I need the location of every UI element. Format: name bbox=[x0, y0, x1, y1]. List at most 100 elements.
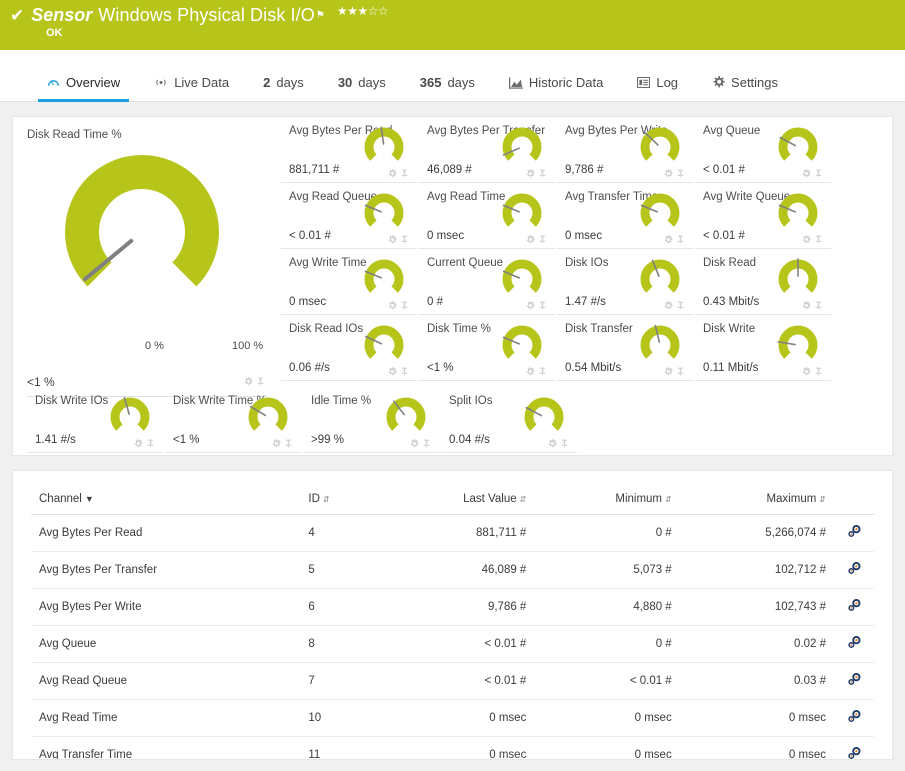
pin-icon[interactable] bbox=[400, 367, 409, 376]
main-gauge-tile[interactable]: Disk Read Time % 0 % 100 % <1 % bbox=[13, 117, 281, 397]
pin-icon[interactable] bbox=[422, 439, 431, 448]
channel-tile[interactable]: Disk Time % <1 % bbox=[419, 315, 555, 381]
cell-actions[interactable] bbox=[834, 625, 874, 663]
pin-icon[interactable] bbox=[538, 301, 547, 310]
cell-actions[interactable] bbox=[834, 662, 874, 700]
settings-gear-icon[interactable] bbox=[847, 746, 862, 760]
channel-tile[interactable]: Disk Write IOs 1.41 #/s bbox=[27, 387, 163, 453]
pin-icon[interactable] bbox=[400, 169, 409, 178]
table-row[interactable]: Avg Bytes Per Read 4 881,711 # 0 # 5,266… bbox=[31, 514, 874, 552]
table-row[interactable]: Avg Bytes Per Write 6 9,786 # 4,880 # 10… bbox=[31, 588, 874, 626]
gear-icon[interactable] bbox=[244, 377, 253, 386]
channel-tile[interactable]: Split IOs 0.04 #/s bbox=[441, 387, 577, 453]
gear-icon[interactable] bbox=[272, 439, 281, 448]
tile-icons[interactable] bbox=[272, 439, 293, 448]
gear-icon[interactable] bbox=[664, 301, 673, 310]
channel-tile[interactable]: Current Queue 0 # bbox=[419, 249, 555, 315]
pin-icon[interactable] bbox=[814, 169, 823, 178]
settings-gear-icon[interactable] bbox=[847, 709, 862, 724]
channel-tile[interactable]: Disk Read IOs 0.06 #/s bbox=[281, 315, 417, 381]
channel-tile[interactable]: Avg Bytes Per Read 881,711 # bbox=[281, 117, 417, 183]
tile-icons[interactable] bbox=[664, 169, 685, 178]
pin-icon[interactable] bbox=[814, 301, 823, 310]
column-header-id[interactable]: ID ⇵ bbox=[300, 493, 376, 515]
gear-icon[interactable] bbox=[388, 235, 397, 244]
channel-tile[interactable]: Avg Bytes Per Transfer 46,089 # bbox=[419, 117, 555, 183]
channel-tile[interactable]: Disk Read 0.43 Mbit/s bbox=[695, 249, 831, 315]
pin-icon[interactable] bbox=[256, 377, 265, 386]
channel-tile[interactable]: Avg Write Time 0 msec bbox=[281, 249, 417, 315]
pin-icon[interactable] bbox=[538, 367, 547, 376]
pin-icon[interactable] bbox=[146, 439, 155, 448]
tile-icons[interactable] bbox=[388, 367, 409, 376]
tab-settings[interactable]: Settings bbox=[695, 75, 795, 101]
settings-gear-icon[interactable] bbox=[847, 561, 862, 576]
gear-icon[interactable] bbox=[134, 439, 143, 448]
cell-actions[interactable] bbox=[834, 551, 874, 589]
column-header-channel[interactable]: Channel ▼ bbox=[31, 493, 301, 515]
gear-icon[interactable] bbox=[388, 301, 397, 310]
tile-icons[interactable] bbox=[526, 169, 547, 178]
tab-log[interactable]: Log bbox=[620, 75, 695, 101]
tab-30-days[interactable]: 30 days bbox=[321, 75, 403, 101]
gear-icon[interactable] bbox=[388, 169, 397, 178]
table-row[interactable]: Avg Read Queue 7 < 0.01 # < 0.01 # 0.03 … bbox=[31, 662, 874, 700]
channel-tile[interactable]: Idle Time % >99 % bbox=[303, 387, 439, 453]
tile-icons[interactable] bbox=[548, 439, 569, 448]
gear-icon[interactable] bbox=[410, 439, 419, 448]
pin-icon[interactable] bbox=[400, 235, 409, 244]
channel-tile[interactable]: Disk Write 0.11 Mbit/s bbox=[695, 315, 831, 381]
channel-tile[interactable]: Disk Transfer 0.54 Mbit/s bbox=[557, 315, 693, 381]
pin-icon[interactable] bbox=[400, 301, 409, 310]
cell-actions[interactable] bbox=[834, 514, 874, 552]
tab-overview[interactable]: Overview bbox=[30, 75, 137, 102]
tab-live-data[interactable]: Live Data bbox=[137, 75, 246, 101]
tile-icons[interactable] bbox=[802, 301, 823, 310]
channel-tile[interactable]: Avg Write Queue < 0.01 # bbox=[695, 183, 831, 249]
channel-tile[interactable]: Avg Queue < 0.01 # bbox=[695, 117, 831, 183]
pin-icon[interactable] bbox=[814, 235, 823, 244]
gear-icon[interactable] bbox=[526, 169, 535, 178]
pin-icon[interactable] bbox=[814, 367, 823, 376]
tab-2-days[interactable]: 2 days bbox=[246, 75, 321, 101]
cell-actions[interactable] bbox=[834, 736, 874, 760]
pin-icon[interactable] bbox=[676, 367, 685, 376]
channel-tile[interactable]: Avg Read Queue < 0.01 # bbox=[281, 183, 417, 249]
gear-icon[interactable] bbox=[802, 169, 811, 178]
gear-icon[interactable] bbox=[388, 367, 397, 376]
table-row[interactable]: Avg Read Time 10 0 msec 0 msec 0 msec bbox=[31, 699, 874, 737]
gear-icon[interactable] bbox=[526, 367, 535, 376]
pin-icon[interactable] bbox=[676, 235, 685, 244]
cell-actions[interactable] bbox=[834, 588, 874, 626]
channel-tile[interactable]: Avg Bytes Per Write 9,786 # bbox=[557, 117, 693, 183]
tab-365-days[interactable]: 365 days bbox=[403, 75, 492, 101]
cell-actions[interactable] bbox=[834, 699, 874, 737]
tile-icons[interactable] bbox=[664, 301, 685, 310]
settings-gear-icon[interactable] bbox=[847, 524, 862, 539]
column-header-last-value[interactable]: Last Value ⇵ bbox=[375, 493, 535, 515]
channel-tile[interactable]: Avg Read Time 0 msec bbox=[419, 183, 555, 249]
settings-gear-icon[interactable] bbox=[847, 672, 862, 687]
tile-icons[interactable] bbox=[410, 439, 431, 448]
table-row[interactable]: Avg Transfer Time 11 0 msec 0 msec 0 mse… bbox=[31, 736, 874, 760]
settings-gear-icon[interactable] bbox=[847, 635, 862, 650]
pin-icon[interactable] bbox=[284, 439, 293, 448]
tile-icons[interactable] bbox=[134, 439, 155, 448]
tile-icons[interactable] bbox=[526, 235, 547, 244]
tile-icons[interactable] bbox=[388, 235, 409, 244]
gear-icon[interactable] bbox=[526, 301, 535, 310]
tile-icons[interactable] bbox=[388, 301, 409, 310]
channel-tile[interactable]: Disk Write Time % <1 % bbox=[165, 387, 301, 453]
settings-gear-icon[interactable] bbox=[847, 598, 862, 613]
gear-icon[interactable] bbox=[548, 439, 557, 448]
pin-icon[interactable] bbox=[676, 169, 685, 178]
table-row[interactable]: Avg Queue 8 < 0.01 # 0 # 0.02 # bbox=[31, 625, 874, 663]
tile-icons[interactable] bbox=[664, 367, 685, 376]
channel-tile[interactable]: Disk IOs 1.47 #/s bbox=[557, 249, 693, 315]
tile-icons[interactable] bbox=[526, 367, 547, 376]
rating-stars[interactable]: ★★★☆☆ bbox=[337, 5, 389, 17]
tile-icons[interactable] bbox=[802, 169, 823, 178]
tile-icons[interactable] bbox=[388, 169, 409, 178]
gear-icon[interactable] bbox=[664, 169, 673, 178]
pin-icon[interactable] bbox=[538, 235, 547, 244]
